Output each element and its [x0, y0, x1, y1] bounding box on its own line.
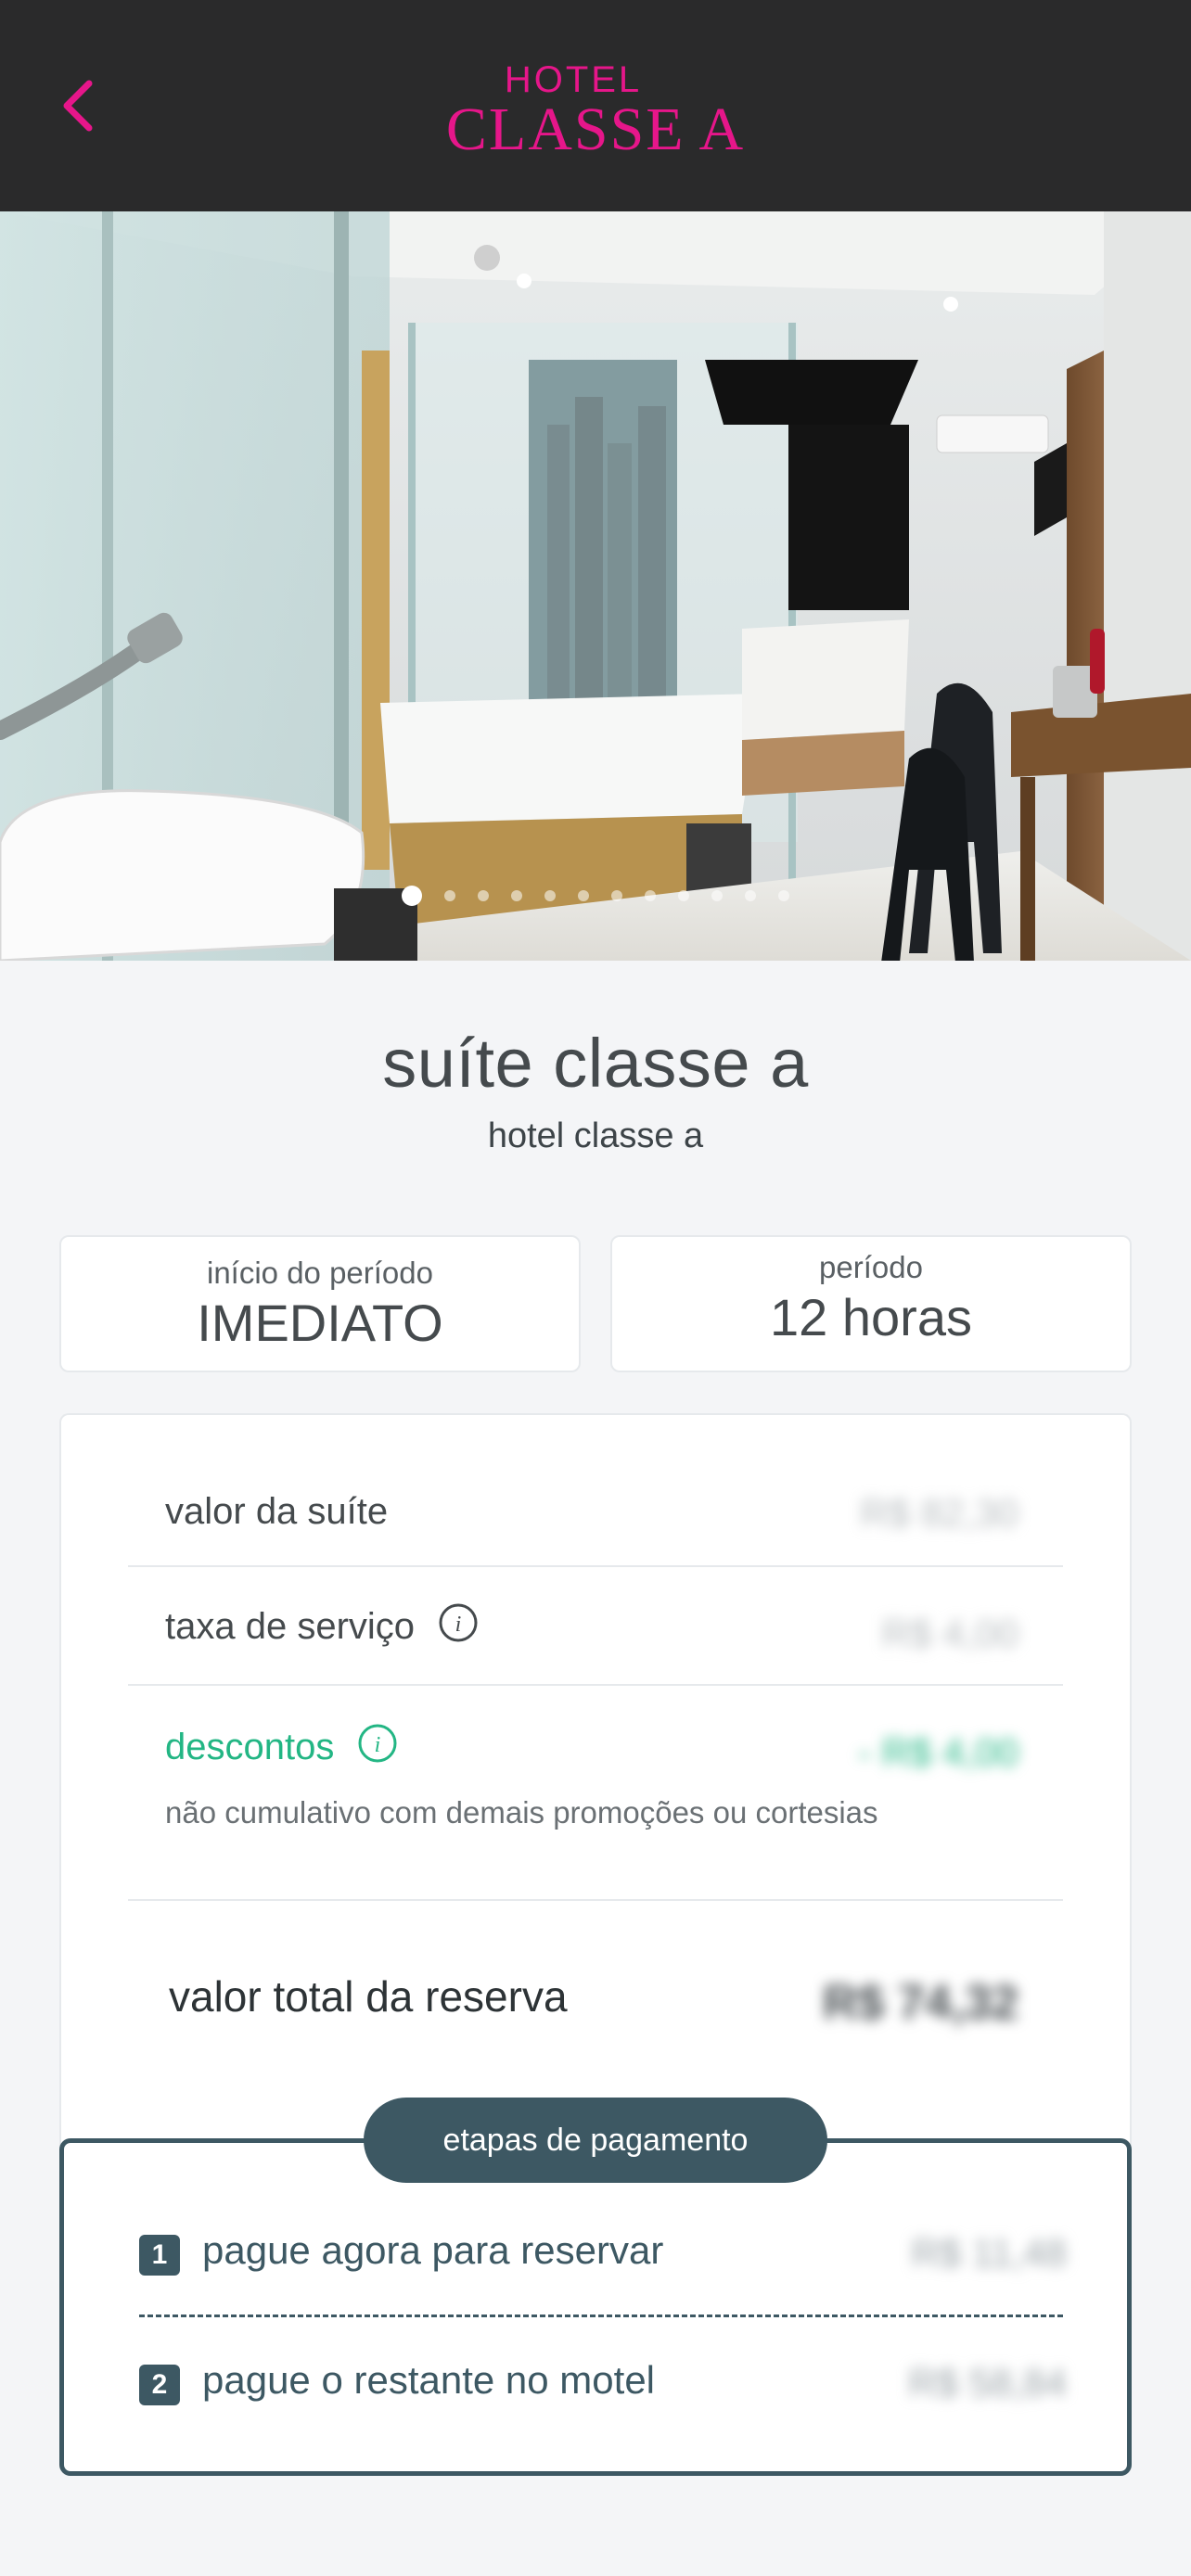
discount-row: descontos i — [165, 1724, 398, 1768]
hotel-name: hotel classe a — [487, 1116, 704, 1155]
step-2-amount: R$ 58,84 — [908, 2361, 1067, 2404]
period-duration-box[interactable]: período 12 horas — [610, 1235, 1132, 1372]
period-start-value: IMEDIATO — [197, 1294, 443, 1352]
gallery-dot[interactable] — [444, 890, 455, 901]
period-duration-value: 12 horas — [770, 1288, 972, 1346]
gallery-dot[interactable] — [578, 890, 589, 901]
period-start-box[interactable]: início do período IMEDIATO — [59, 1235, 581, 1372]
gallery-dot[interactable] — [611, 890, 622, 901]
period-start-label: início do período — [206, 1256, 433, 1290]
gallery-dot[interactable] — [544, 890, 556, 901]
logo-main-text: CLASSE A — [445, 96, 746, 163]
gallery-dot[interactable] — [478, 890, 489, 901]
step-2-badge: 2 — [139, 2365, 180, 2405]
divider — [128, 1899, 1063, 1901]
discount-label: descontos — [165, 1727, 335, 1767]
app-header: HOTEL CLASSE A — [0, 0, 1191, 211]
total-label: valor total da reserva — [169, 1972, 568, 2021]
divider — [128, 1684, 1063, 1686]
discount-note: não cumulativo com demais promoções ou c… — [165, 1795, 878, 1830]
gallery-dot[interactable] — [645, 890, 656, 901]
service-fee-amount: R$ 4,00 — [881, 1612, 1018, 1655]
payment-steps-title: etapas de pagamento — [364, 2098, 827, 2183]
step-2-label: pague o restante no motel — [202, 2358, 656, 2402]
step-1-amount: R$ 11,48 — [911, 2231, 1067, 2275]
step-1-badge: 1 — [139, 2235, 180, 2276]
gallery-dot[interactable] — [711, 890, 723, 901]
period-duration-label: período — [819, 1250, 923, 1284]
step-1-label: pague agora para reservar — [202, 2228, 664, 2272]
logo-top-text: HOTEL — [504, 59, 643, 100]
gallery-dot[interactable] — [778, 890, 789, 901]
svg-text:i: i — [455, 1613, 462, 1637]
suite-value-label: valor da suíte — [165, 1491, 389, 1532]
service-fee-row: taxa de serviço i — [165, 1603, 479, 1648]
gallery-pagination — [0, 886, 1191, 906]
price-summary-card: valor da suíte R$ 82,30 taxa de serviço … — [59, 1413, 1132, 2146]
gallery-dot[interactable] — [402, 886, 422, 906]
gallery-dot[interactable] — [511, 890, 522, 901]
info-icon[interactable]: i — [357, 1723, 398, 1764]
discount-amount: - R$ 4,00 — [858, 1730, 1018, 1774]
suite-name: suíte classe a — [382, 1025, 809, 1102]
gallery-dot[interactable] — [678, 890, 689, 901]
total-amount: R$ 74,32 — [822, 1976, 1018, 2030]
suite-photo — [0, 211, 1191, 961]
divider — [128, 1565, 1063, 1567]
suite-photo-gallery[interactable] — [0, 211, 1191, 961]
hotel-logo: HOTEL CLASSE A — [0, 59, 1191, 163]
service-fee-label: taxa de serviço — [165, 1606, 416, 1647]
steps-divider — [139, 2315, 1063, 2317]
svg-text:i: i — [375, 1733, 381, 1757]
gallery-dot[interactable] — [745, 890, 756, 901]
suite-value-amount: R$ 82,30 — [860, 1491, 1018, 1535]
info-icon[interactable]: i — [438, 1602, 479, 1643]
payment-steps-box — [59, 2138, 1132, 2476]
